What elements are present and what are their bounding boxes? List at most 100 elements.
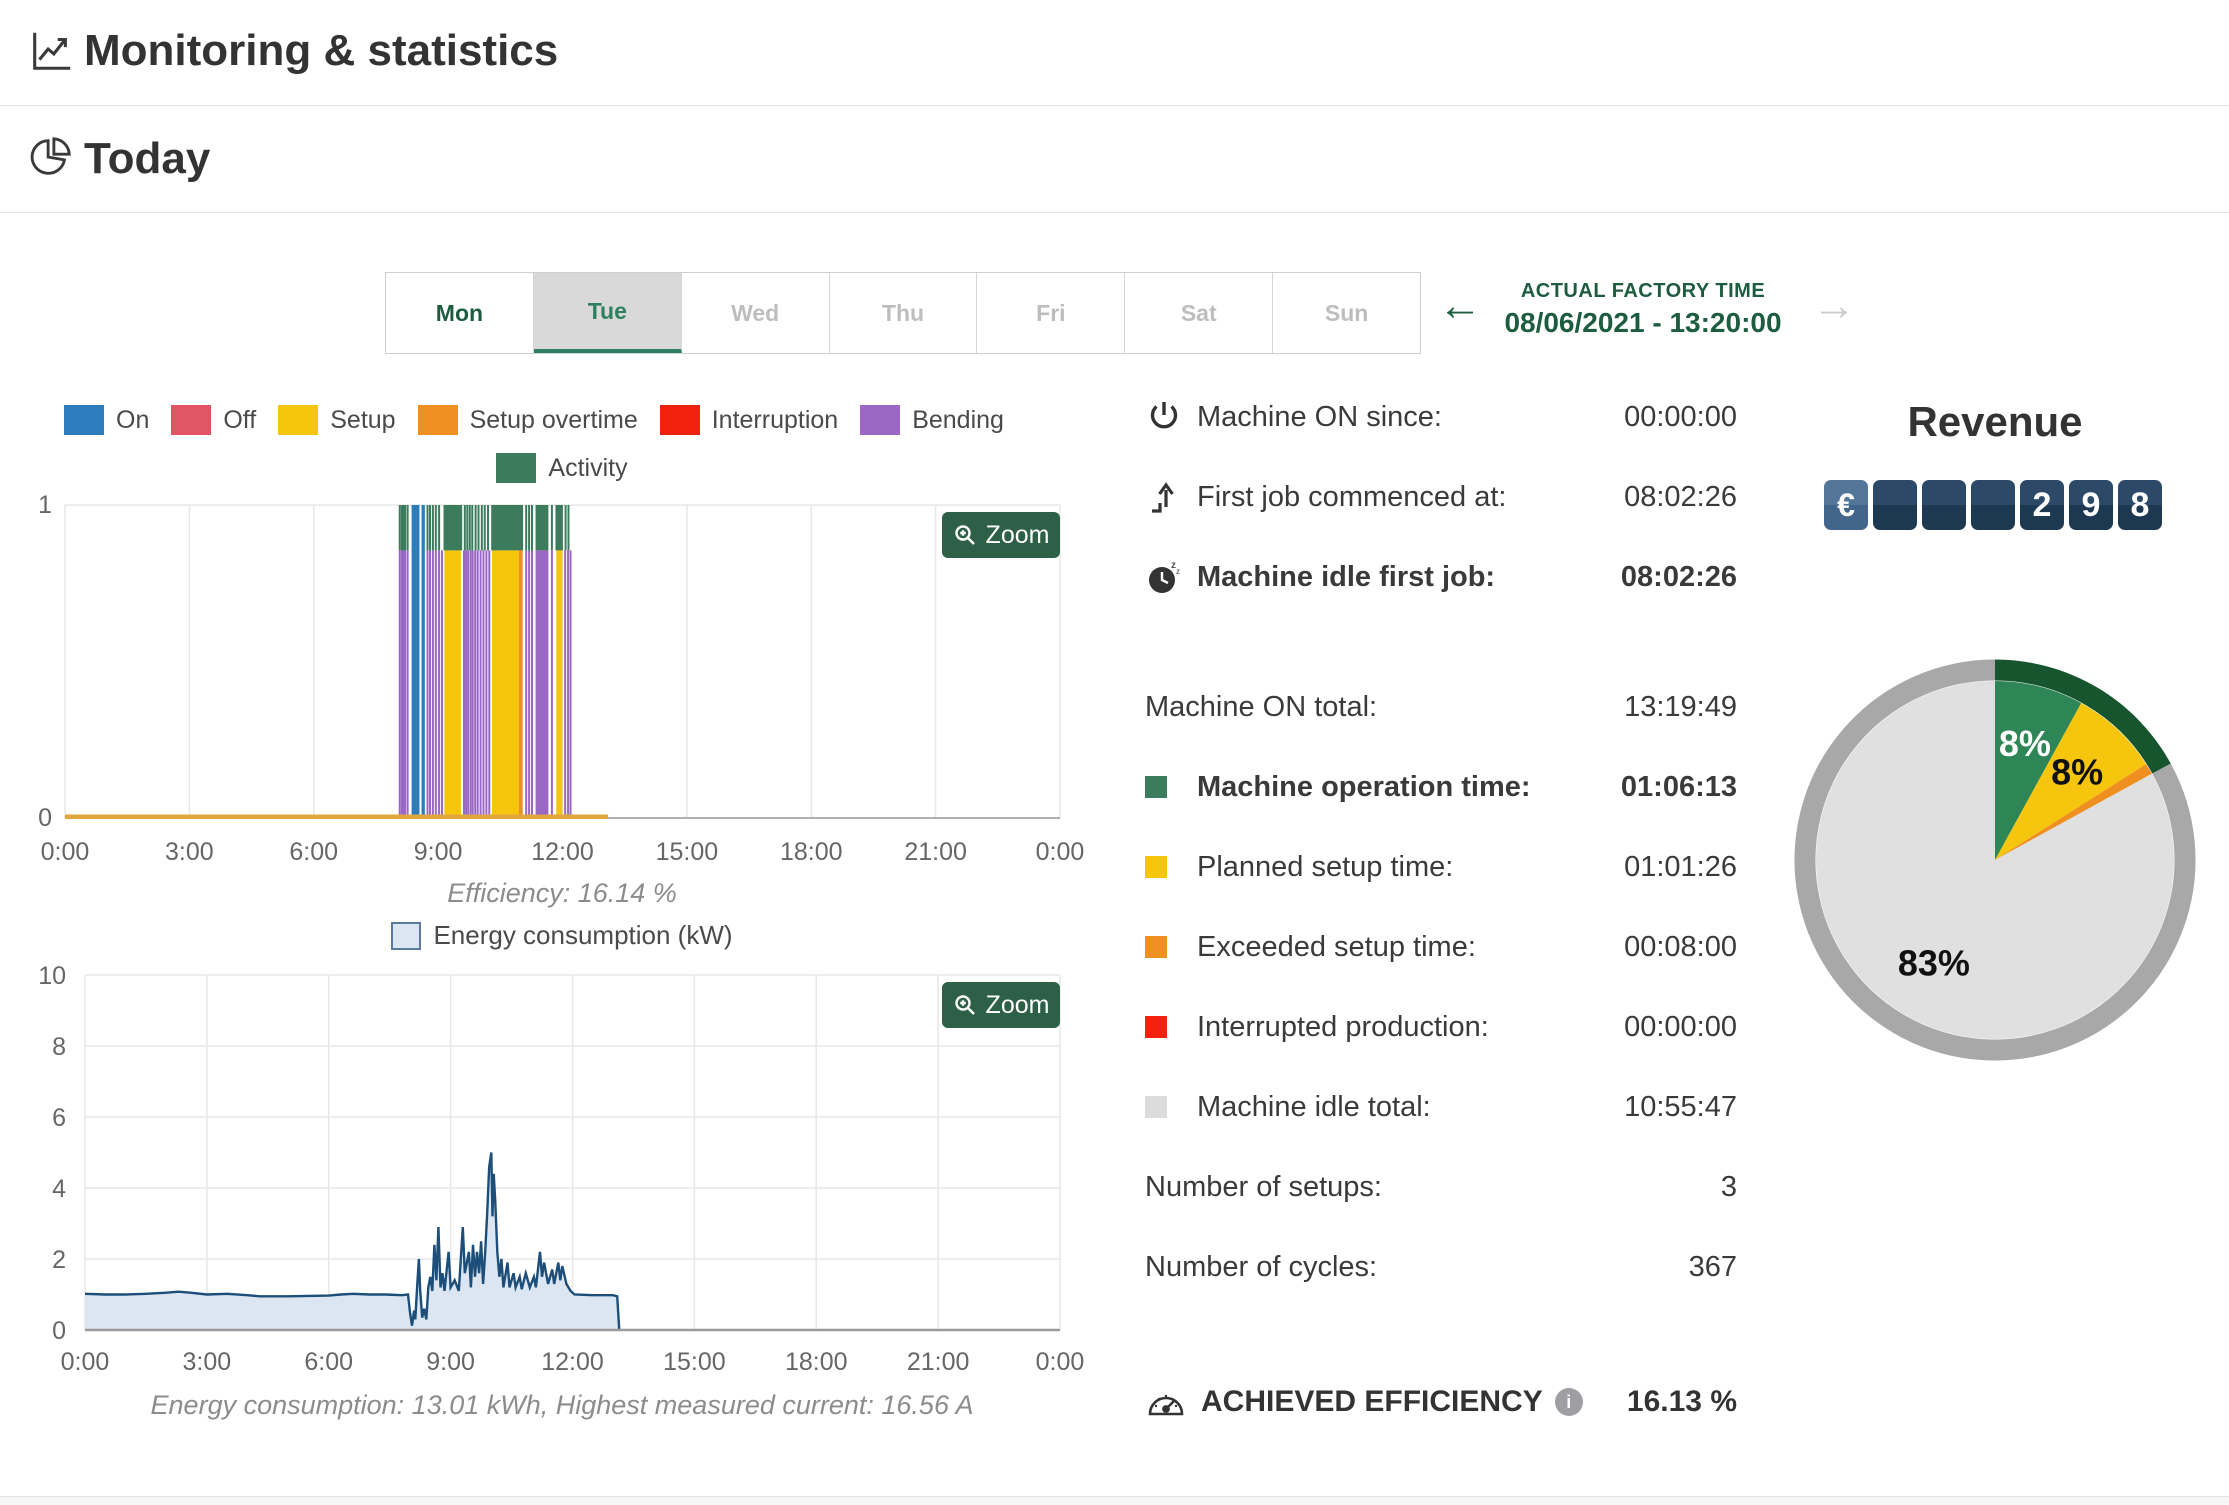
- stat-marker: [1145, 1096, 1197, 1118]
- svg-text:3:00: 3:00: [165, 838, 214, 866]
- energy-zoom-label: Zoom: [985, 990, 1050, 1019]
- legend-label: Setup: [330, 405, 396, 434]
- day-tab-thu[interactable]: Thu: [829, 273, 978, 353]
- svg-text:12:00: 12:00: [541, 1348, 604, 1376]
- svg-text:0:00: 0:00: [41, 838, 90, 866]
- stats-panel: Machine ON since: 00:00:00 First job comme…: [1145, 395, 1737, 1315]
- stat-row: Machine operation time: 01:06:13: [1145, 765, 1737, 809]
- gauge-icon: [1148, 1394, 1184, 1416]
- footer-strip: [0, 1496, 2229, 1505]
- time-distribution-pie-chart: 8%8% 83%: [1794, 659, 2196, 1061]
- stat-row: Number of setups: 3: [1145, 1165, 1737, 1209]
- stat-label: Planned setup time:: [1197, 850, 1454, 883]
- stat-label: Number of setups:: [1145, 1170, 1382, 1203]
- achieved-efficiency-row: ACHIEVED EFFICIENCY i 16.13 %: [1145, 1378, 1737, 1426]
- section-header: Today: [0, 106, 2229, 213]
- stat-swatch: [1145, 776, 1167, 798]
- svg-text:9:00: 9:00: [414, 838, 463, 866]
- day-tab-sun[interactable]: Sun: [1273, 273, 1421, 353]
- svg-text:4: 4: [52, 1175, 66, 1203]
- svg-text:0: 0: [52, 1317, 66, 1345]
- svg-text:z: z: [1176, 567, 1180, 576]
- svg-text:0:00: 0:00: [1036, 838, 1085, 866]
- magnifier-plus-icon: [954, 995, 975, 1015]
- monitoring-dashboard: Monitoring & statistics Today Mon Tue Wed T…: [0, 0, 2229, 1505]
- stat-label: First job commenced at:: [1197, 480, 1507, 513]
- stat-label: Machine ON since:: [1197, 400, 1442, 433]
- stat-value: 08:02:26: [1624, 480, 1737, 513]
- power-icon: [1145, 398, 1197, 436]
- stat-marker: [1145, 936, 1197, 958]
- legend-swatch: [496, 453, 537, 483]
- legend-item-setup-overtime: Setup overtime: [417, 405, 638, 435]
- day-tab-tue[interactable]: Tue: [533, 273, 682, 353]
- revenue-digit-tile: 8: [2118, 480, 2162, 530]
- legend-label: Interruption: [711, 405, 839, 434]
- svg-text:2: 2: [52, 1246, 66, 1274]
- stat-swatch: [1145, 1096, 1167, 1118]
- svg-text:15:00: 15:00: [656, 838, 719, 866]
- line-chart-icon: [33, 32, 71, 70]
- stat-value: 08:02:26: [1620, 560, 1737, 593]
- legend-swatch: [860, 405, 901, 435]
- legend-item-interruption: Interruption: [659, 405, 839, 435]
- efficiency-caption: Efficiency: 16.14 %: [447, 878, 677, 908]
- stat-swatch: [1145, 936, 1167, 958]
- svg-text:1: 1: [38, 491, 52, 519]
- stat-label: Number of cycles:: [1145, 1250, 1378, 1283]
- first-job-icon: [1145, 478, 1197, 516]
- stat-value: 367: [1688, 1250, 1737, 1283]
- info-icon[interactable]: i: [1554, 1388, 1583, 1416]
- svg-text:18:00: 18:00: [785, 1348, 848, 1376]
- stat-row: Number of cycles: 367: [1145, 1245, 1737, 1289]
- svg-text:8%: 8%: [1999, 723, 2051, 764]
- stat-row: First job commenced at: 08:02:26: [1145, 475, 1737, 519]
- svg-text:15:00: 15:00: [663, 1348, 726, 1376]
- legend-swatch: [64, 405, 104, 435]
- pie-chart-icon: [30, 137, 71, 175]
- stat-swatch: [1145, 1016, 1167, 1038]
- timeline-zoom-label: Zoom: [985, 520, 1050, 549]
- day-tabs: Mon Tue Wed Thu Fri Sat Sun: [385, 272, 1421, 354]
- svg-text:8%: 8%: [2051, 752, 2103, 793]
- page-title: Monitoring & statistics: [84, 26, 559, 75]
- stat-value: 10:55:47: [1624, 1090, 1737, 1123]
- svg-text:3:00: 3:00: [183, 1348, 232, 1376]
- stat-label: Exceeded setup time:: [1197, 930, 1476, 963]
- revenue-digit-tile: 9: [2069, 480, 2113, 530]
- factory-time: ACTUAL FACTORY TIME 08/06/2021 - 13:20:0…: [1478, 280, 1808, 339]
- stat-value: 3: [1720, 1170, 1737, 1203]
- page-header: Monitoring & statistics: [0, 0, 2229, 106]
- legend-swatch: [278, 405, 319, 435]
- revenue-counter: €2 9 8: [1824, 480, 2162, 530]
- svg-text:6:00: 6:00: [289, 838, 338, 866]
- stat-row: Machine ON total: 13:19:49: [1145, 685, 1737, 729]
- day-tab-sat[interactable]: Sat: [1125, 273, 1274, 353]
- day-tab-fri[interactable]: Fri: [977, 273, 1126, 353]
- energy-legend: Energy consumption (kW): [64, 920, 1060, 951]
- svg-text:12:00: 12:00: [531, 838, 594, 866]
- prev-day-arrow[interactable]: ←: [1438, 284, 1482, 328]
- day-tab-wed[interactable]: Wed: [681, 273, 830, 353]
- svg-text:10: 10: [38, 962, 66, 990]
- legend-item-off: Off: [171, 405, 256, 435]
- svg-text:0: 0: [38, 804, 52, 832]
- energy-zoom-button[interactable]: Zoom: [942, 982, 1060, 1028]
- legend-label: On: [116, 405, 150, 434]
- stat-row: z z Machine idle first job: 08:02:26: [1145, 555, 1737, 599]
- stat-row: Machine ON since: 00:00:00: [1145, 395, 1737, 439]
- achieved-efficiency-label: ACHIEVED EFFICIENCY: [1201, 1385, 1543, 1418]
- revenue-digit-tile: [1922, 480, 1966, 530]
- state-legend-row2: Activity: [64, 453, 1060, 483]
- stat-swatch: [1145, 856, 1167, 878]
- stat-value: 00:08:00: [1624, 930, 1737, 963]
- stat-label: Machine idle first job:: [1197, 560, 1496, 593]
- svg-text:0:00: 0:00: [1036, 1348, 1085, 1376]
- section-title: Today: [84, 134, 211, 183]
- stat-row: Interrupted production: 00:00:00: [1145, 1005, 1737, 1049]
- factory-time-value: 08/06/2021 - 13:20:00: [1504, 307, 1782, 338]
- timeline-zoom-button[interactable]: Zoom: [942, 512, 1060, 558]
- day-tab-mon[interactable]: Mon: [386, 273, 534, 353]
- next-day-arrow[interactable]: →: [1812, 284, 1856, 328]
- svg-text:18:00: 18:00: [780, 838, 843, 866]
